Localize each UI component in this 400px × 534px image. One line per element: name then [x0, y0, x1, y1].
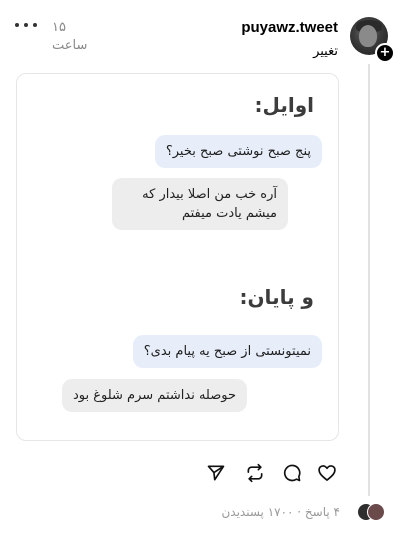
share-button[interactable]	[205, 462, 227, 484]
dot-icon	[24, 23, 28, 27]
post-stats[interactable]: ۴ پاسخ · ۱۷۰۰ پسندیدن	[221, 504, 340, 520]
thread-line	[368, 64, 370, 496]
more-options-button[interactable]	[15, 17, 37, 33]
message-reply-1: آره خب من اصلا بیدار که میشم یادت میفتم	[112, 178, 288, 230]
reply-avatars[interactable]	[357, 503, 385, 521]
follow-plus-icon[interactable]: +	[375, 43, 395, 63]
message-reply-2: حوصله نداشتم سرم شلوغ بود	[62, 379, 248, 412]
repost-button[interactable]	[244, 462, 266, 484]
post-time: ۱۵ ساعت	[52, 20, 88, 53]
username[interactable]: puyawz.tweet	[241, 19, 338, 37]
comment-button[interactable]	[281, 462, 303, 484]
send-icon	[207, 465, 225, 481]
message-sent-1: پنج صبح نوشتی صبح بخیر؟	[154, 135, 322, 168]
post-image-card[interactable]: اوایل: پنج صبح نوشتی صبح بخیر؟ آره خب من…	[16, 73, 339, 441]
heading-first: اوایل:	[254, 93, 314, 117]
repost-icon	[247, 463, 263, 483]
heading-last: و پایان:	[239, 285, 314, 309]
like-button[interactable]	[316, 462, 338, 484]
reply-avatar	[367, 503, 385, 521]
dot-icon	[15, 23, 19, 27]
post-caption: تغییر	[313, 44, 338, 59]
comment-icon	[283, 464, 301, 482]
dot-icon	[33, 23, 37, 27]
message-sent-2: نمیتونستی از صبح یه پیام بدی؟	[132, 335, 322, 368]
heart-icon	[318, 465, 336, 481]
